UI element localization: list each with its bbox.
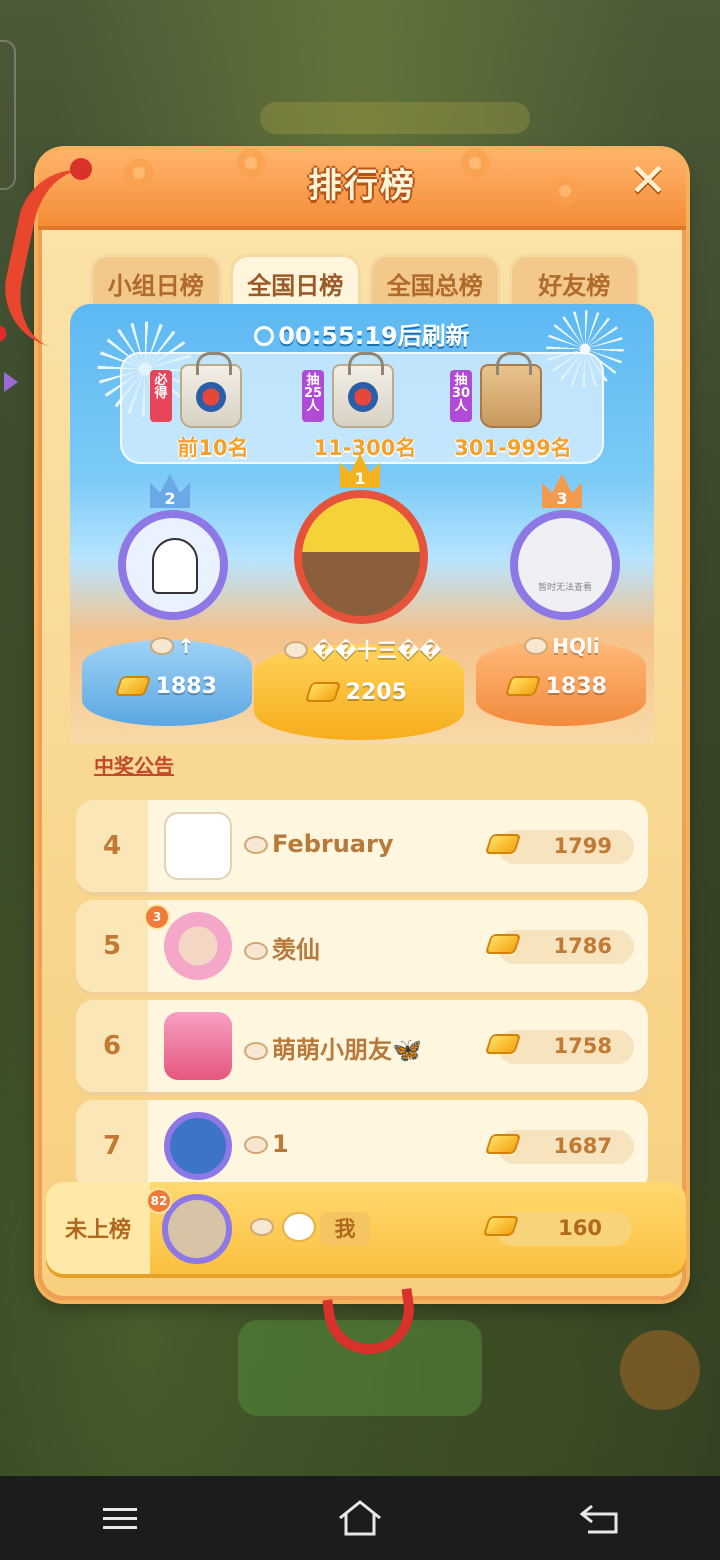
tab-bar: 小组日榜 全国日榜 全国总榜 好友榜	[90, 254, 640, 310]
ranking-list: 4 February 1799 5 3 羡仙 1786 6 萌萌小朋友🦋 175…	[76, 800, 648, 1200]
score: 1799	[484, 830, 634, 864]
prize-rank-label: 301-999名	[454, 436, 572, 460]
my-rank: 未上榜	[46, 1182, 150, 1274]
leaderboard-panel: 排行榜 ✕ 小组日榜 全国日榜 全国总榜 好友榜 00:55:19后刷新 必得 …	[0, 146, 686, 1360]
podium-score: 1838	[504, 674, 607, 699]
tab-friends[interactable]: 好友榜	[508, 254, 640, 310]
ghost-icon	[152, 538, 198, 594]
list-item[interactable]: 4 February 1799	[76, 800, 648, 892]
refresh-timer-text: 00:55:19后刷新	[278, 322, 470, 350]
list-item[interactable]: 6 萌萌小朋友🦋 1758	[76, 1000, 648, 1092]
paw-icon	[244, 942, 268, 960]
score: 1758	[484, 1030, 634, 1064]
paw-icon	[250, 1218, 274, 1236]
user-name: 羡仙	[244, 930, 320, 965]
tab-national-total[interactable]: 全国总榜	[369, 254, 501, 310]
list-item[interactable]: 5 3 羡仙 1786	[76, 900, 648, 992]
back-icon[interactable]	[570, 1488, 630, 1548]
tab-group-daily[interactable]: 小组日榜	[90, 254, 222, 310]
gold-bar-icon	[484, 834, 522, 854]
home-icon[interactable]	[330, 1488, 390, 1548]
gold-bar-icon	[114, 676, 152, 696]
background-title	[260, 102, 530, 134]
close-button[interactable]: ✕	[624, 153, 672, 207]
tote-bag-icon	[180, 352, 242, 428]
podium-name: HQli	[512, 634, 612, 658]
gold-bar-icon	[484, 1034, 522, 1054]
tab-national-daily[interactable]: 全国日榜	[229, 254, 361, 310]
user-name: February	[244, 830, 393, 858]
paw-icon	[244, 1042, 268, 1060]
prize-item[interactable]: 抽30人 301-999名	[438, 352, 588, 460]
me-tag: 我	[320, 1212, 370, 1246]
rank-number: 5	[76, 900, 148, 992]
prize-box[interactable]: 必得 前10名 抽25人 11-300名 抽30人 301-999名	[120, 352, 604, 464]
background-coin	[620, 1330, 700, 1410]
paw-icon	[284, 641, 309, 659]
prize-rank-label: 11-300名	[313, 436, 417, 460]
prize-rank-label: 前10名	[177, 436, 249, 460]
avatar	[162, 1194, 232, 1264]
prize-item[interactable]: 必得 前10名	[138, 352, 288, 460]
paw-icon	[524, 637, 549, 655]
close-icon: ✕	[628, 153, 668, 207]
panel-title: 排行榜	[308, 166, 416, 206]
score: 1687	[484, 1130, 634, 1164]
tote-bag-icon	[480, 352, 542, 428]
avatar	[118, 510, 228, 620]
gold-bar-icon	[484, 1134, 522, 1154]
gold-bar-icon	[482, 1216, 520, 1236]
paw-icon	[149, 637, 174, 655]
gold-bar-icon	[484, 934, 522, 954]
rank-number: 6	[76, 1000, 148, 1092]
user-name: 萌萌小朋友🦋	[244, 1030, 422, 1065]
refresh-timer: 00:55:19后刷新	[70, 316, 654, 351]
list-item[interactable]: 7 1 1687	[76, 1100, 648, 1192]
avatar	[294, 490, 428, 624]
ribbon-knot	[70, 158, 92, 180]
rank-number: 7	[76, 1100, 148, 1192]
system-navigation-bar	[0, 1476, 720, 1560]
menu-icon[interactable]	[90, 1488, 150, 1548]
score: 160	[482, 1212, 632, 1246]
user-name: 1	[244, 1130, 289, 1158]
gold-bar-icon	[504, 676, 542, 696]
panel-header: 排行榜 ✕	[38, 146, 686, 230]
avatar-unavailable-text: 暂时无法查看	[537, 583, 592, 593]
prize-tag: 抽30人	[450, 370, 472, 422]
gold-bar-icon	[304, 682, 342, 702]
side-frame	[0, 40, 16, 190]
podium-score: 2205	[304, 680, 407, 705]
level-badge: 82	[146, 1188, 172, 1214]
avatar	[164, 1012, 232, 1080]
prize-tag: 必得	[150, 370, 172, 422]
avatar	[164, 1112, 232, 1180]
winner-announcement-link[interactable]: 中奖公告	[94, 750, 174, 779]
avatar: 暂时无法查看	[510, 510, 620, 620]
paw-icon	[244, 1136, 268, 1154]
tote-bag-icon	[332, 352, 394, 428]
podium-name: ��十三��	[278, 634, 448, 663]
level-badge: 3	[144, 904, 170, 930]
prize-tag: 抽25人	[302, 370, 324, 422]
clock-icon	[254, 326, 275, 346]
rank-number: 4	[76, 800, 148, 892]
bunny-icon	[282, 1212, 316, 1242]
avatar	[164, 812, 232, 880]
prize-item[interactable]: 抽25人 11-300名	[290, 352, 440, 460]
score: 1786	[484, 930, 634, 964]
podium-score: 1883	[114, 674, 217, 699]
avatar	[164, 912, 232, 980]
my-rank-row[interactable]: 未上榜 82 我 160	[46, 1182, 686, 1274]
side-arrow-icon	[4, 372, 18, 392]
podium-name: ↑	[122, 634, 222, 658]
paw-icon	[244, 836, 268, 854]
